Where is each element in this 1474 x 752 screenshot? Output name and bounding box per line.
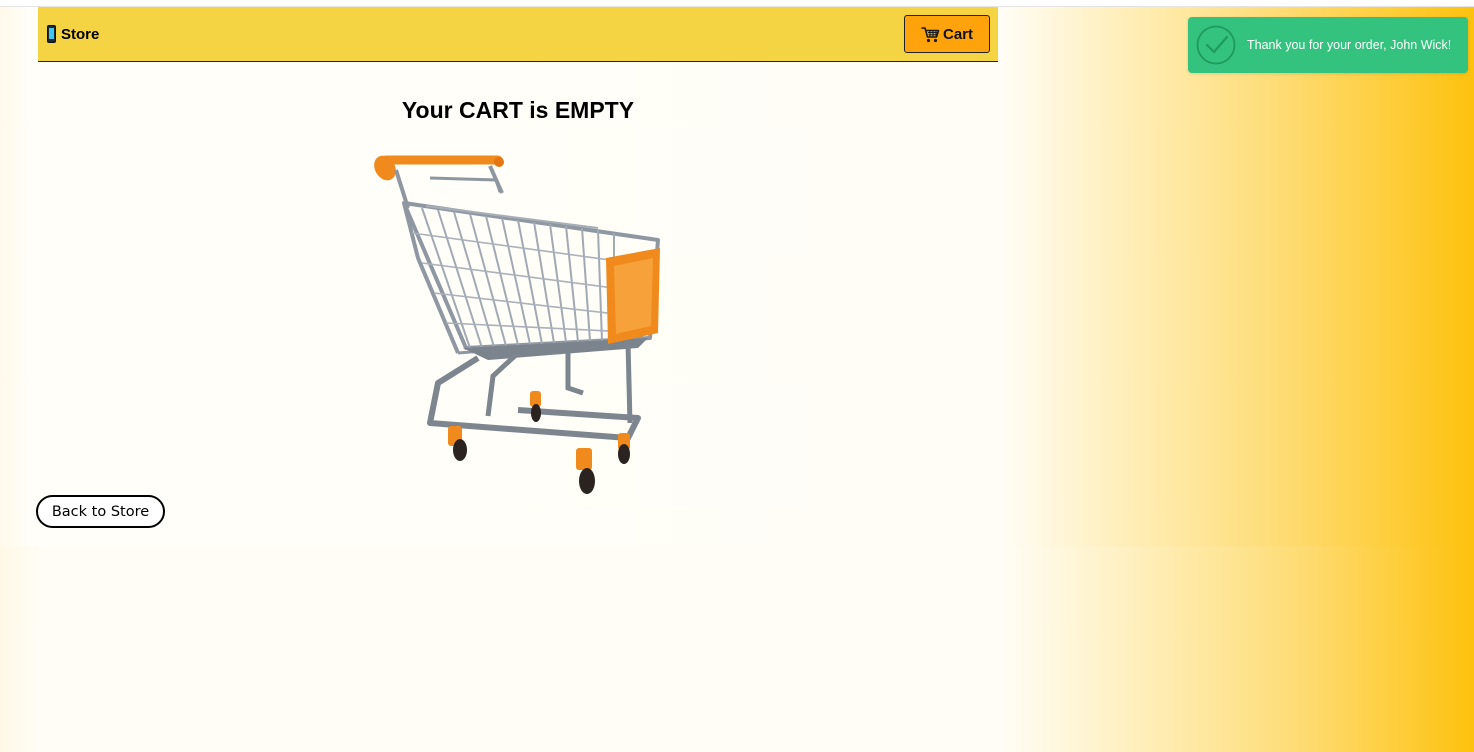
back-to-store-button[interactable]: Back to Store [36,495,165,528]
shopping-cart-icon [921,26,940,42]
page-title: Your CART is EMPTY [401,97,635,123]
shopping-cart-illustration [374,155,660,494]
toast-message: Thank you for your order, John Wick! [1247,38,1452,52]
cart-button-label: Cart [942,25,973,43]
mobile-phone-icon [47,25,56,43]
order-confirmation-toast[interactable]: Thank you for your order, John Wick! [1188,17,1468,73]
brand-link[interactable]: Store [47,25,99,43]
navbar: Store Cart [38,7,998,62]
check-circle-icon [1196,25,1236,65]
page-background [0,7,1474,546]
browser-top-edge [0,0,1474,7]
cart-button[interactable]: Cart [904,15,990,53]
brand-label: Store [61,25,100,43]
